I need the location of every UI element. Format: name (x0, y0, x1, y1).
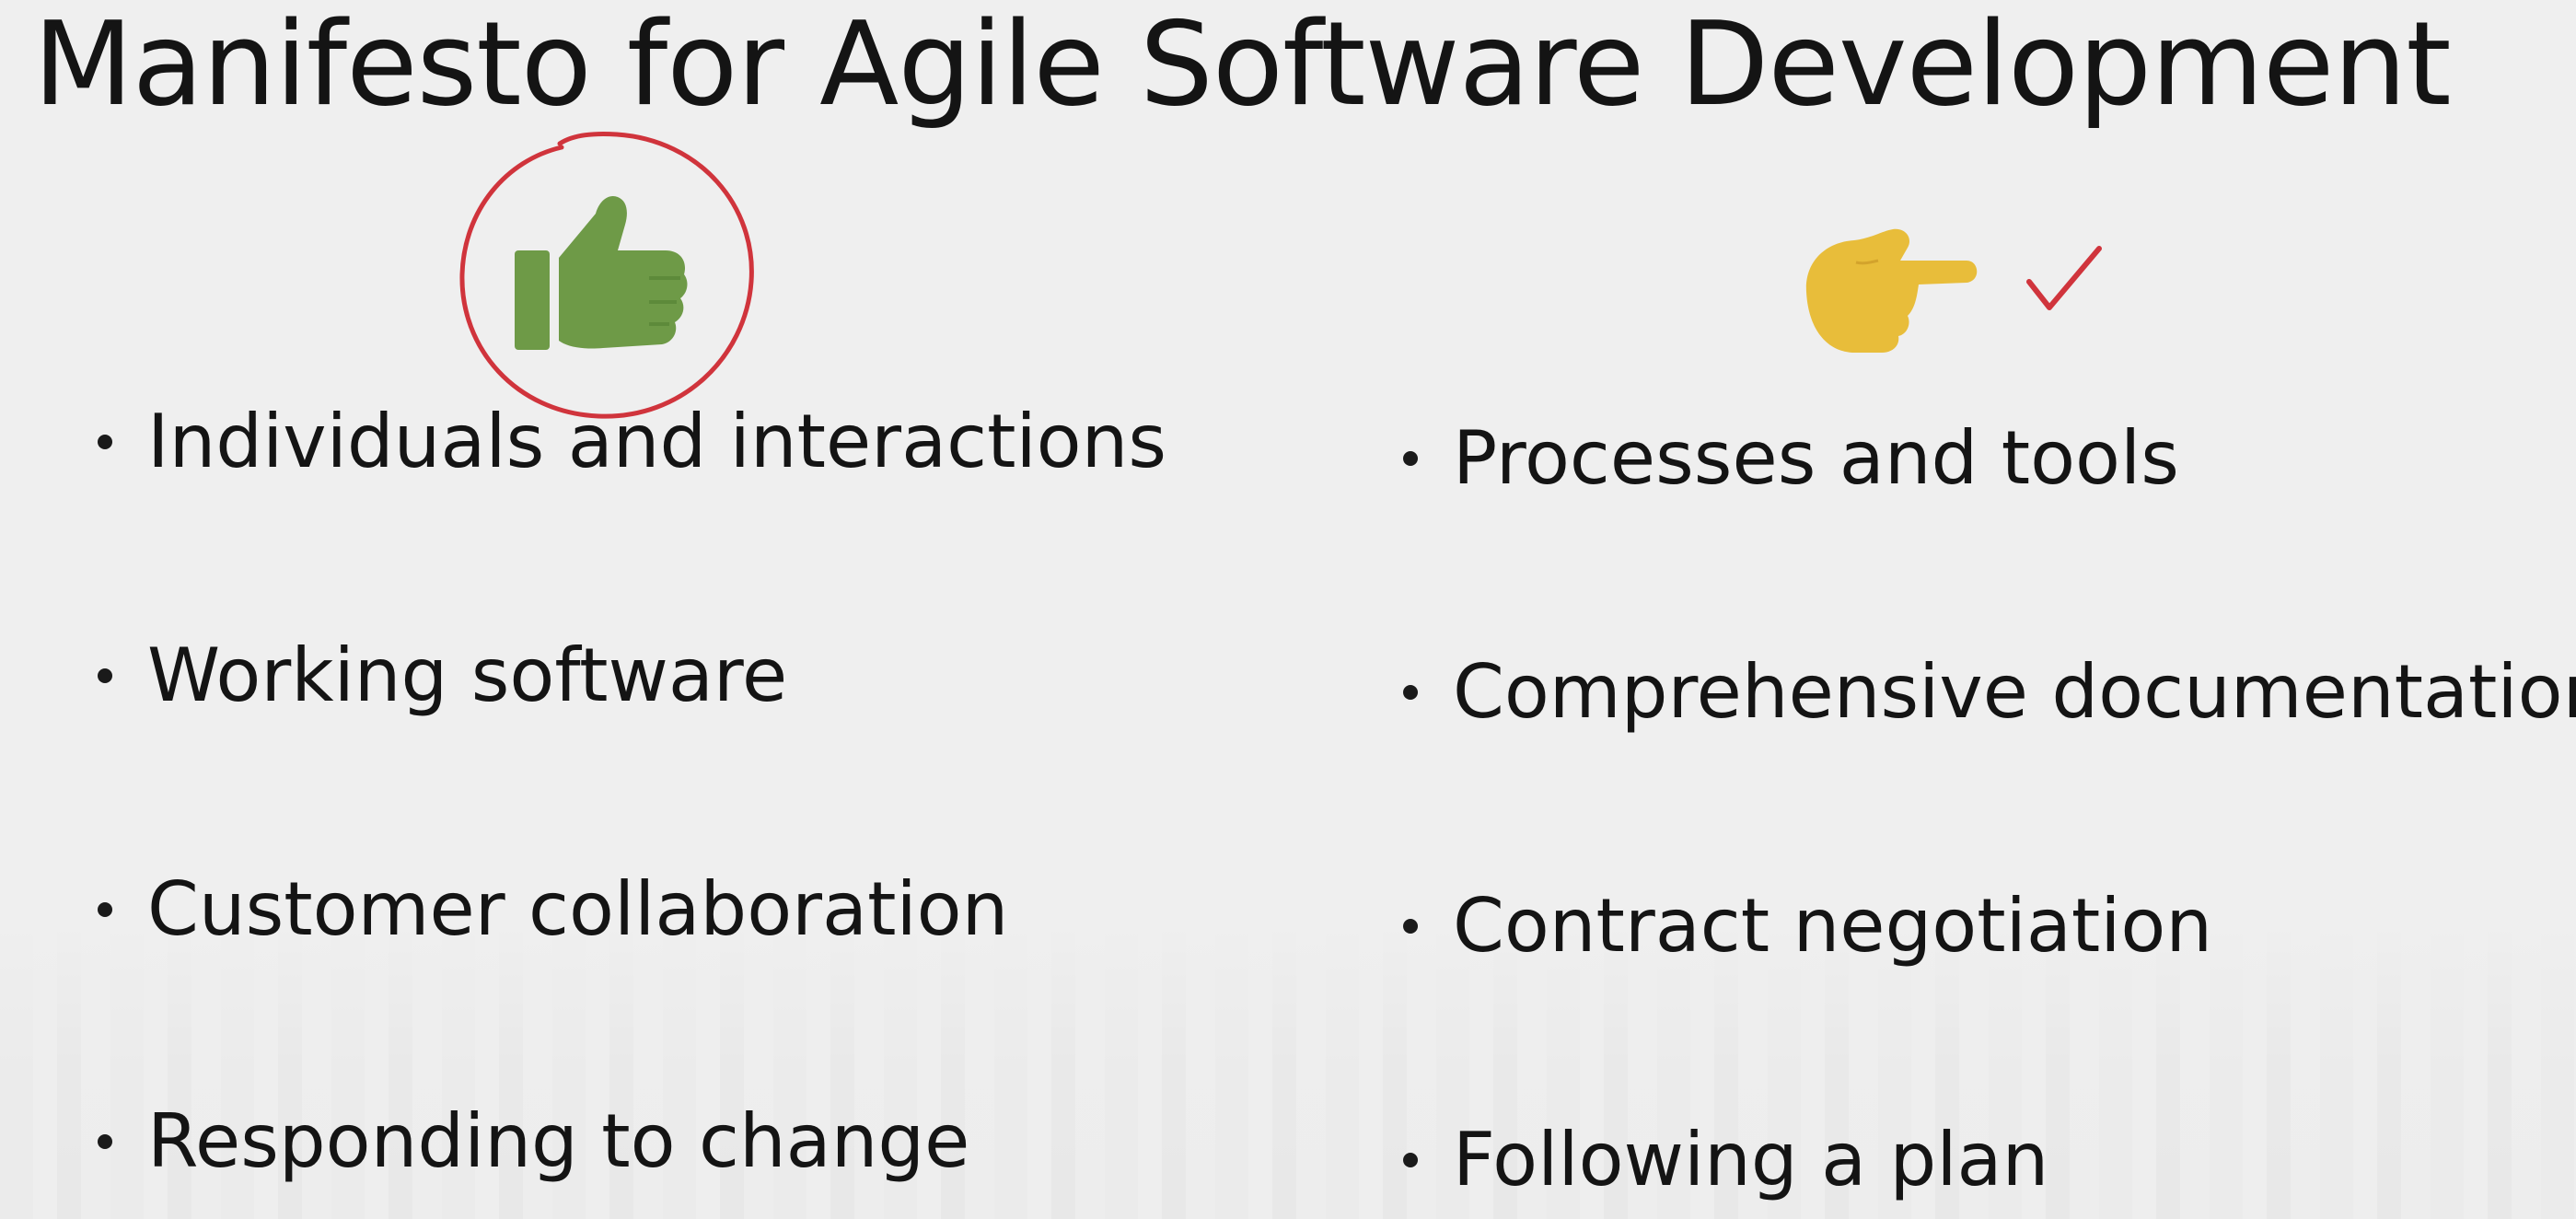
slide-title: Manifesto for Agile Software Development (33, 0, 2452, 132)
bullet-icon (98, 902, 112, 917)
list-item: Processes and tools (1403, 414, 2179, 503)
circle-annotation (459, 132, 754, 419)
list-item: Comprehensive documentation (1403, 648, 2576, 737)
bullet-icon (1403, 451, 1418, 466)
bullet-icon (98, 435, 112, 449)
list-item-text: Processes and tools (1453, 415, 2179, 501)
list-item-text: Contract negotiation (1453, 883, 2213, 969)
pointing-hand-icon (1805, 228, 1978, 353)
list-item: Following a plan (1403, 1116, 2048, 1204)
bullet-icon (98, 668, 112, 683)
list-item: Working software (98, 632, 787, 720)
checkmark-annotation (2026, 246, 2102, 310)
list-item-text: Customer collaboration (147, 866, 1009, 952)
list-item-text: Individuals and interactions (147, 399, 1166, 484)
list-item: Responding to change (98, 1097, 969, 1186)
list-item: Contract negotiation (1403, 882, 2212, 970)
bullet-icon (1403, 919, 1418, 934)
list-item: Individuals and interactions (98, 398, 1166, 486)
list-item: Customer collaboration (98, 865, 1008, 954)
bullet-icon (1403, 1153, 1418, 1167)
list-item-text: Responding to change (147, 1098, 970, 1184)
bullet-icon (98, 1134, 112, 1149)
list-item-text: Following a plan (1453, 1117, 2049, 1202)
list-item-text: Working software (147, 633, 788, 718)
bullet-icon (1403, 685, 1418, 700)
list-item-text: Comprehensive documentation (1453, 649, 2576, 735)
